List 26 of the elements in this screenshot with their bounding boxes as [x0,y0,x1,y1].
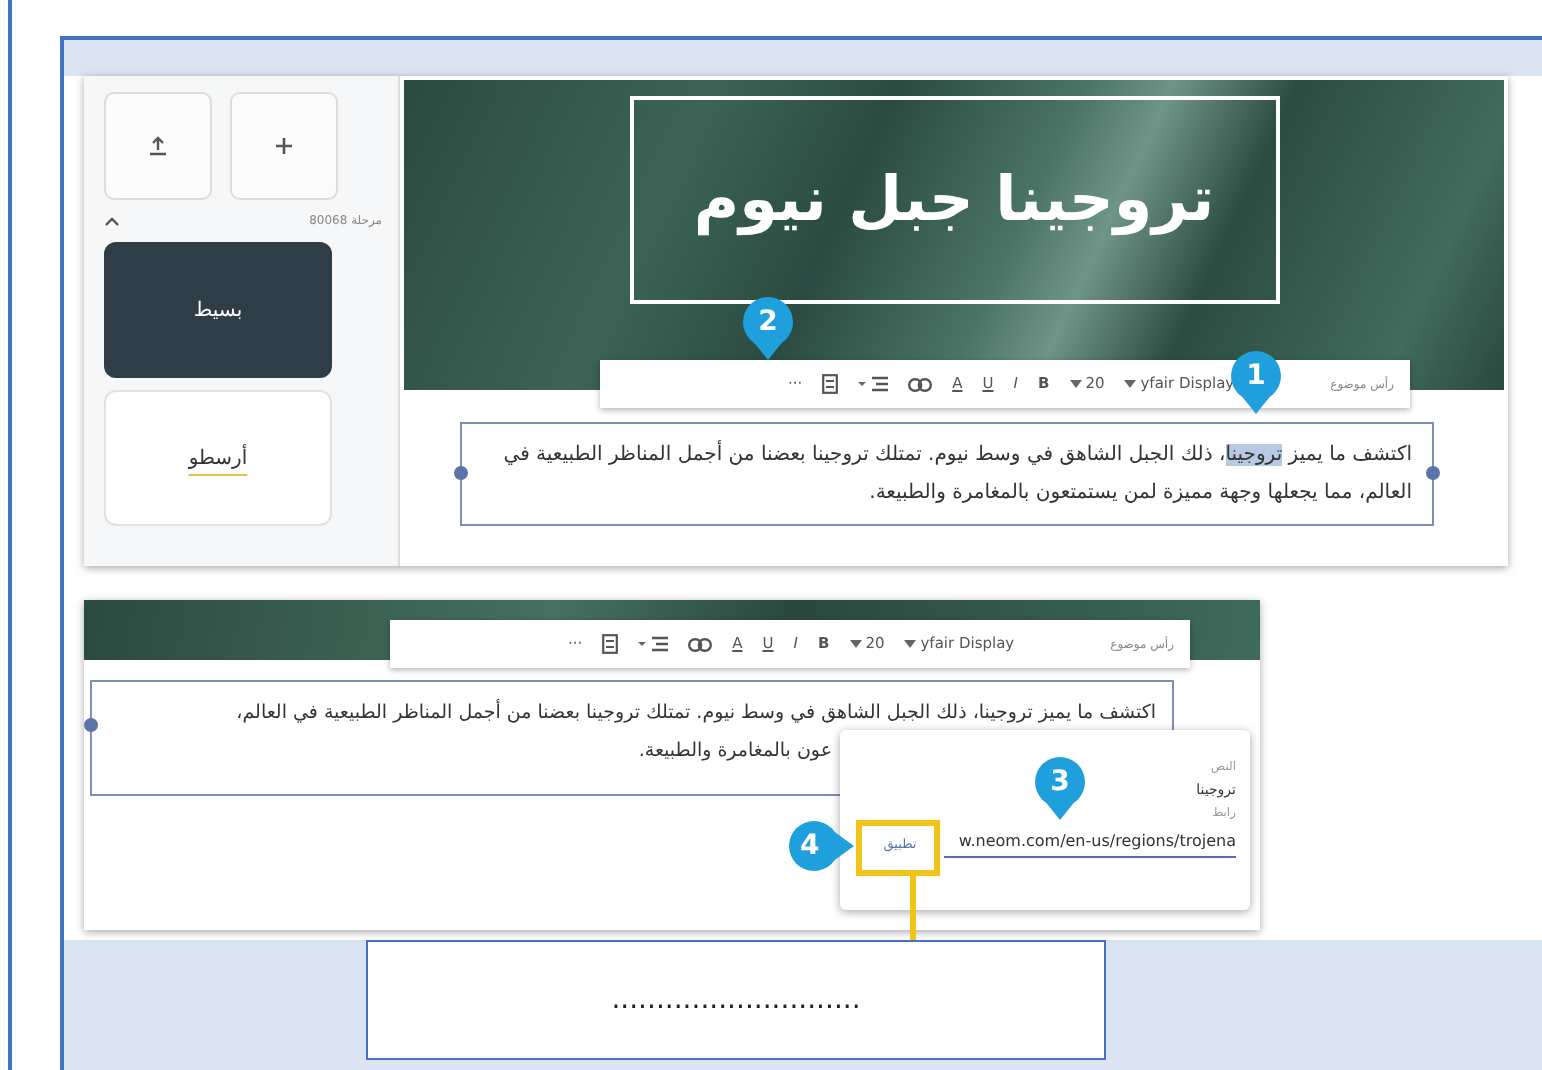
align-icon[interactable] [858,375,889,393]
url-field[interactable]: w.neom.com/en-us/regions/trojena [944,830,1236,858]
plus-icon [274,136,294,156]
paragraph-line: عون بالمغامرة والطبيعة. [636,738,832,766]
caret-icon [1124,380,1137,388]
resize-handle[interactable] [84,718,98,733]
caret-icon [1069,380,1082,388]
paragraph-line: اكتشف ما يميز تروجينا، ذلك الجبل الشاهق في وسط نيوم. تمتلك تروجينا بعضنا من أجمل المناظر الطبيعية في العالم، [234,697,1156,728]
caret-icon [849,640,862,648]
theme-card[interactable]: بسيط [104,242,332,378]
resize-handle[interactable] [454,466,468,480]
link-icon[interactable] [688,637,713,651]
align-icon[interactable] [638,635,669,653]
theme-card[interactable]: أرسطو [104,390,332,526]
resize-handle[interactable] [1426,466,1440,480]
highlight-frame [856,820,940,876]
caret-icon [904,640,917,648]
paragraph-text: اكتشف ما يميز تروجينا، ذلك الجبل الشاهق في وسط نيوم. تمتلك تروجينا بعضنا من أجمل المناظر الطبيعية في العالم، مما يجعلها وجهة مميزة لمن يستمتعون بالمغامرة والطبيعة. [501,438,1412,508]
slide-title: تروجينا جبل نيوم [629,96,1279,304]
text-box[interactable]: اكتشف ما يميز تروجينا، ذلك الجبل الشاهق في وسط نيوم. تمتلك تروجينا بعضنا من أجمل المناظر الطبيعية في العالم، مما يجعلها وجهة مميزة لمن يستمتعون بالمغامرة والطبيعة. [460,422,1434,526]
list-icon[interactable] [602,634,619,654]
list-icon[interactable] [822,374,839,394]
link-icon[interactable] [908,377,933,391]
answer-box[interactable]: ............................ [366,940,1106,1060]
leader-line [910,876,916,940]
upload-icon [148,136,168,156]
